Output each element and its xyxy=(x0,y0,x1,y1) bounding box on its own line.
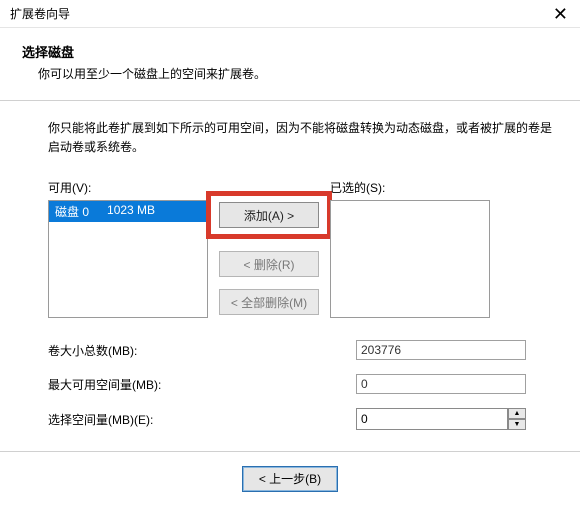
window-title: 扩展卷向导 xyxy=(10,5,70,22)
spin-down-button[interactable]: ▼ xyxy=(508,419,526,430)
transfer-buttons-column: 添加(A) > < 删除(R) < 全部删除(M) xyxy=(208,179,330,315)
total-size-value: 203776 xyxy=(356,340,526,360)
wizard-footer: < 上一步(B) xyxy=(0,451,580,505)
disk-name: 磁盘 0 xyxy=(55,203,89,220)
description-text: 你只能将此卷扩展到如下所示的可用空间，因为不能将磁盘转换为动态磁盘，或者被扩展的… xyxy=(48,119,552,157)
available-listbox[interactable]: 磁盘 0 1023 MB xyxy=(48,200,208,318)
close-icon[interactable]: ✕ xyxy=(549,5,572,23)
max-space-row: 最大可用空间量(MB): 0 xyxy=(48,374,552,394)
header-title: 选择磁盘 xyxy=(22,42,562,61)
header-subtitle: 你可以用至少一个磁盘上的空间来扩展卷。 xyxy=(38,65,562,82)
remove-all-button: < 全部删除(M) xyxy=(219,289,319,315)
selected-label: 已选的(S): xyxy=(330,179,490,196)
add-button[interactable]: 添加(A) > xyxy=(219,202,319,228)
remove-button: < 删除(R) xyxy=(219,251,319,277)
selected-column: 已选的(S): xyxy=(330,179,490,318)
disk-lists-row: 可用(V): 磁盘 0 1023 MB 添加(A) > < 删除(R) < 全部… xyxy=(48,179,552,318)
available-label: 可用(V): xyxy=(48,179,208,196)
disk-size: 1023 MB xyxy=(107,203,155,220)
total-size-row: 卷大小总数(MB): 203776 xyxy=(48,340,552,360)
select-space-input[interactable] xyxy=(356,408,508,430)
select-space-spinner: ▲ ▼ xyxy=(356,408,526,430)
add-highlight: 添加(A) > xyxy=(206,191,332,239)
max-space-label: 最大可用空间量(MB): xyxy=(48,376,356,393)
select-space-label: 选择空间量(MB)(E): xyxy=(48,411,356,428)
wizard-header: 选择磁盘 你可以用至少一个磁盘上的空间来扩展卷。 xyxy=(0,28,580,101)
available-column: 可用(V): 磁盘 0 1023 MB xyxy=(48,179,208,318)
selected-listbox[interactable] xyxy=(330,200,490,318)
spinner-buttons: ▲ ▼ xyxy=(508,408,526,430)
list-item[interactable]: 磁盘 0 1023 MB xyxy=(49,201,207,222)
back-button[interactable]: < 上一步(B) xyxy=(242,466,338,492)
select-space-row: 选择空间量(MB)(E): ▲ ▼ xyxy=(48,408,552,430)
size-fields: 卷大小总数(MB): 203776 最大可用空间量(MB): 0 选择空间量(M… xyxy=(48,340,552,430)
spin-up-button[interactable]: ▲ xyxy=(508,408,526,419)
total-size-label: 卷大小总数(MB): xyxy=(48,342,356,359)
wizard-body: 你只能将此卷扩展到如下所示的可用空间，因为不能将磁盘转换为动态磁盘，或者被扩展的… xyxy=(0,101,580,430)
max-space-value: 0 xyxy=(356,374,526,394)
titlebar: 扩展卷向导 ✕ xyxy=(0,0,580,28)
